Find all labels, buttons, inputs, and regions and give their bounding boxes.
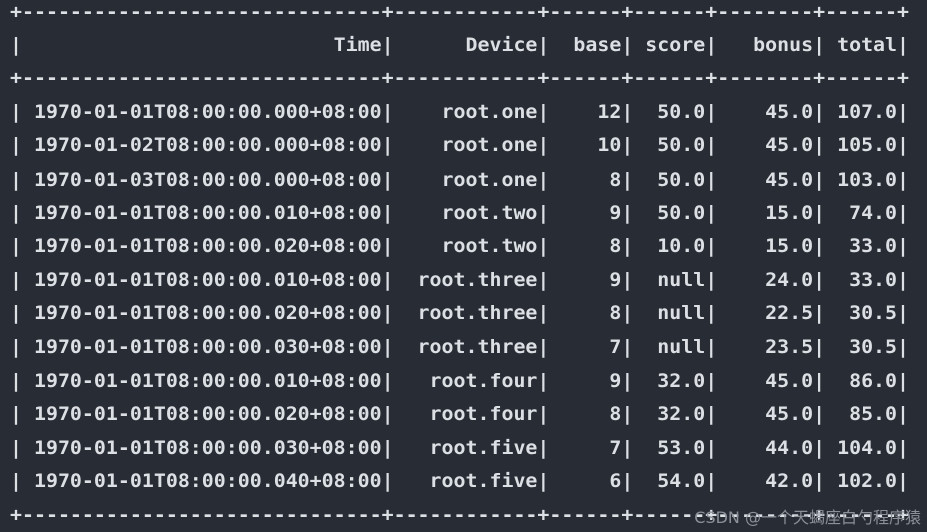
table-border-top: +------------------------------+--------… [10,1,910,23]
table-row: | 1970-01-01T08:00:00.010+08:00| root.fo… [10,370,910,392]
table-row: | 1970-01-02T08:00:00.000+08:00| root.on… [10,134,910,156]
table-row: | 1970-01-01T08:00:00.000+08:00| root.on… [10,101,910,123]
csdn-watermark: CSDN @一个天蝎座白勺程序猿 [694,508,921,527]
table-row: | 1970-01-01T08:00:00.020+08:00| root.tw… [10,235,910,257]
table-header-row: | Time| Device| base| score| bonus| tota… [10,34,910,56]
table-row: | 1970-01-03T08:00:00.000+08:00| root.on… [10,169,910,191]
table-row: | 1970-01-01T08:00:00.030+08:00| root.th… [10,336,910,358]
table-row: | 1970-01-01T08:00:00.030+08:00| root.fi… [10,437,910,459]
table-border-header: +------------------------------+--------… [10,67,910,89]
table-row: | 1970-01-01T08:00:00.040+08:00| root.fi… [10,470,910,492]
table-row: | 1970-01-01T08:00:00.010+08:00| root.th… [10,269,910,291]
table-row: | 1970-01-01T08:00:00.020+08:00| root.fo… [10,403,910,425]
table-row: | 1970-01-01T08:00:00.010+08:00| root.tw… [10,202,910,224]
table-row: | 1970-01-01T08:00:00.020+08:00| root.th… [10,302,910,324]
